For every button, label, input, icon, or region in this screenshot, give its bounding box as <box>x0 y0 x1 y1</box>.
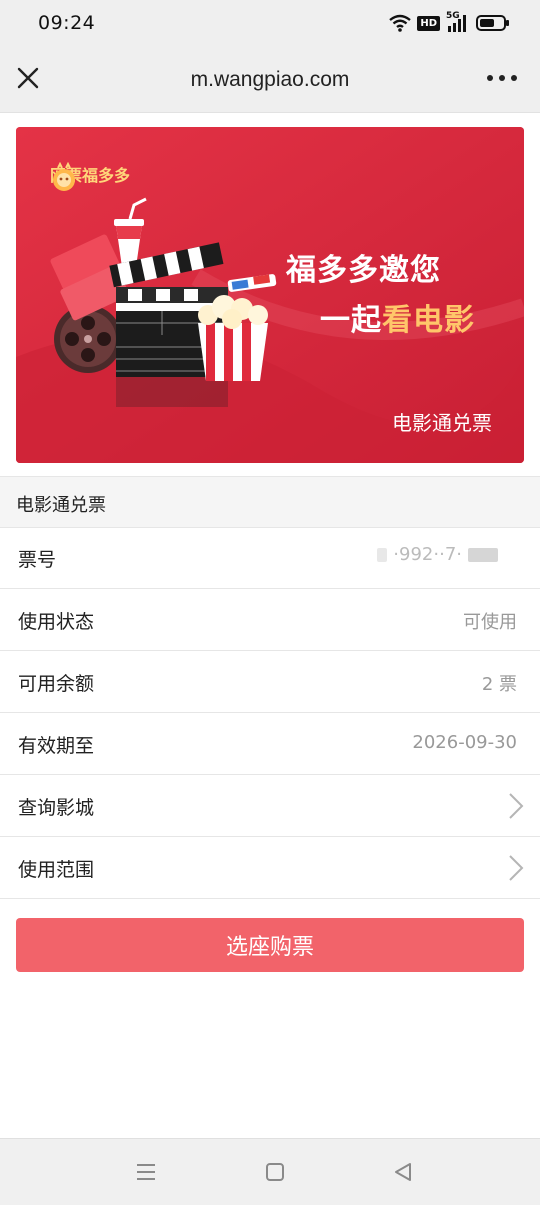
row-usage-status: 使用状态 可使用 <box>0 589 540 651</box>
banner-headline-1: 福多多邀您 <box>286 253 441 288</box>
page-url: m.wangpiao.com <box>190 68 350 91</box>
row-query-cinemas[interactable]: 查询影城 <box>0 775 540 837</box>
row-value: 2 票 <box>481 674 517 695</box>
row-usage-scope[interactable]: 使用范围 <box>0 837 540 899</box>
brand-logo: 网票福多多 <box>50 162 130 191</box>
home-square-icon[interactable] <box>260 1157 290 1187</box>
status-time: 09:24 <box>38 12 96 34</box>
battery-icon <box>476 15 509 31</box>
row-label: 使用范围 <box>18 859 95 881</box>
banner-tag: 电影通兑票 <box>392 411 492 435</box>
ticket-number-masked: ·992··7· <box>377 544 498 565</box>
back-triangle-icon[interactable] <box>388 1157 418 1187</box>
section-header: 电影通兑票 <box>0 476 540 528</box>
headline-highlight: 看电影 <box>382 303 475 338</box>
wifi-icon <box>389 14 412 32</box>
masked-block <box>377 547 388 562</box>
headline-prefix: 一起 <box>320 303 382 338</box>
status-icons: HD 5G <box>389 11 510 34</box>
select-seat-buy-button[interactable]: 选座购票 <box>16 918 524 972</box>
row-available-balance: 可用余额 2 票 <box>0 651 540 713</box>
browser-header: m.wangpiao.com <box>0 46 540 113</box>
row-label: 有效期至 <box>18 735 95 757</box>
banner-headline-2: 一起看电影 <box>320 295 475 339</box>
masked-block <box>468 547 498 562</box>
film-reel-graphic <box>54 305 122 373</box>
row-ticket-number: 票号 ·992··7· <box>0 527 540 589</box>
ticket-detail-list: 票号 ·992··7· 使用状态 可使用 可用余额 2 票 有效期至 2026-… <box>0 527 540 899</box>
row-label: 可用余额 <box>18 673 95 695</box>
system-nav-bar <box>0 1138 540 1205</box>
hd-icon: HD <box>417 15 440 31</box>
section-title: 电影通兑票 <box>16 495 106 516</box>
more-icon[interactable] <box>484 64 520 92</box>
status-bar: 09:24 HD 5G <box>0 0 540 46</box>
row-label: 查询影城 <box>18 797 95 819</box>
brand-mascot-icon <box>53 162 75 191</box>
ticket-number-value: ·992··7· <box>393 544 462 565</box>
row-label: 使用状态 <box>18 611 95 633</box>
promo-banner: 网票福多多 福多多邀您 一起看电影 电影通兑票 <box>16 127 524 463</box>
menu-icon[interactable] <box>131 1157 161 1187</box>
row-value: 2026-09-30 <box>412 732 517 753</box>
row-label: 票号 <box>18 549 57 571</box>
row-value: 可使用 <box>463 612 517 633</box>
chevron-right-icon <box>509 855 524 881</box>
chevron-right-icon <box>509 793 524 819</box>
signal-5g-icon: 5G <box>446 11 470 33</box>
row-valid-until: 有效期至 2026-09-30 <box>0 713 540 775</box>
